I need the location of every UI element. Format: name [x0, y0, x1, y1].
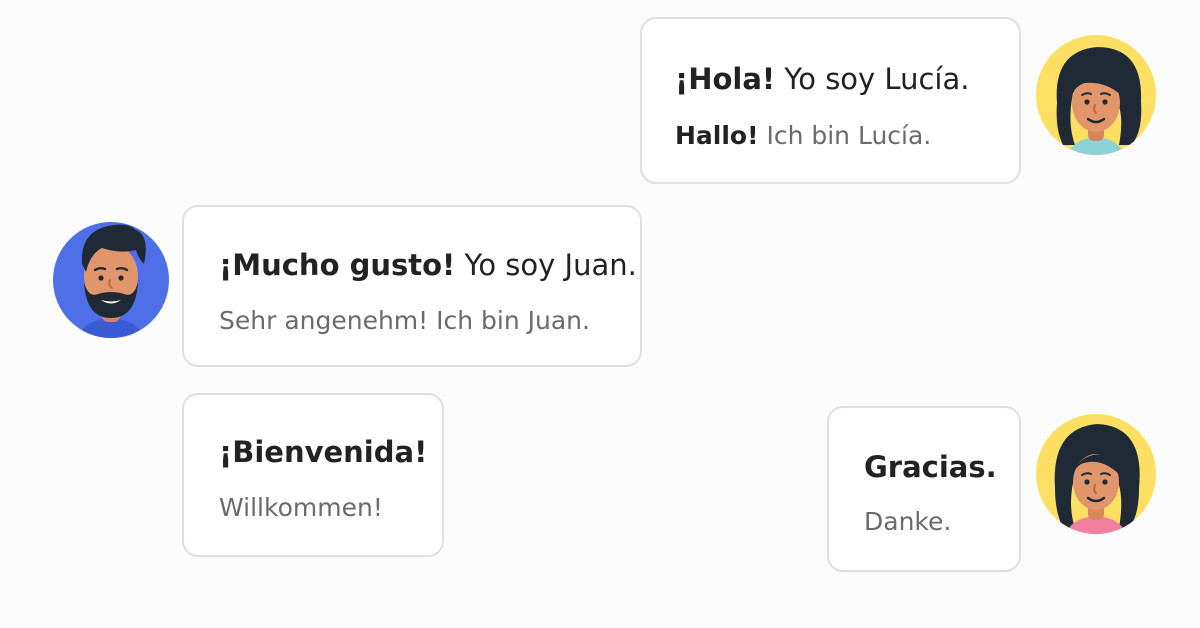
avatar-lucia-2	[1035, 412, 1157, 536]
chat-bubble-lucia-gracias: Gracias. Danke.	[827, 406, 1021, 572]
chat-bubble-juan-mucho-gusto: ¡Mucho gusto! Yo soy Juan. Sehr angenehm…	[182, 205, 642, 367]
spanish-text: Gracias.	[864, 450, 997, 484]
spanish-text: ¡Bienvenida!	[219, 435, 428, 469]
spanish-text: ¡Hola! Yo soy Lucía.	[675, 62, 970, 96]
chat-bubble-lucia-hola: ¡Hola! Yo soy Lucía. Hallo! Ich bin Lucí…	[640, 17, 1021, 184]
german-translation: Danke.	[864, 507, 952, 536]
german-translation: Hallo! Ich bin Lucía.	[675, 121, 932, 150]
avatar-juan	[50, 214, 172, 338]
german-translation: Willkommen!	[219, 493, 383, 522]
woman-avatar-icon	[1036, 35, 1156, 155]
spanish-text: ¡Mucho gusto! Yo soy Juan.	[219, 248, 637, 282]
woman-avatar-icon	[1036, 414, 1156, 534]
chat-bubble-juan-bienvenida: ¡Bienvenida! Willkommen!	[182, 393, 444, 557]
bearded-man-avatar-icon	[53, 222, 169, 338]
german-translation: Sehr angenehm! Ich bin Juan.	[219, 306, 590, 335]
avatar-lucia	[1035, 33, 1157, 157]
